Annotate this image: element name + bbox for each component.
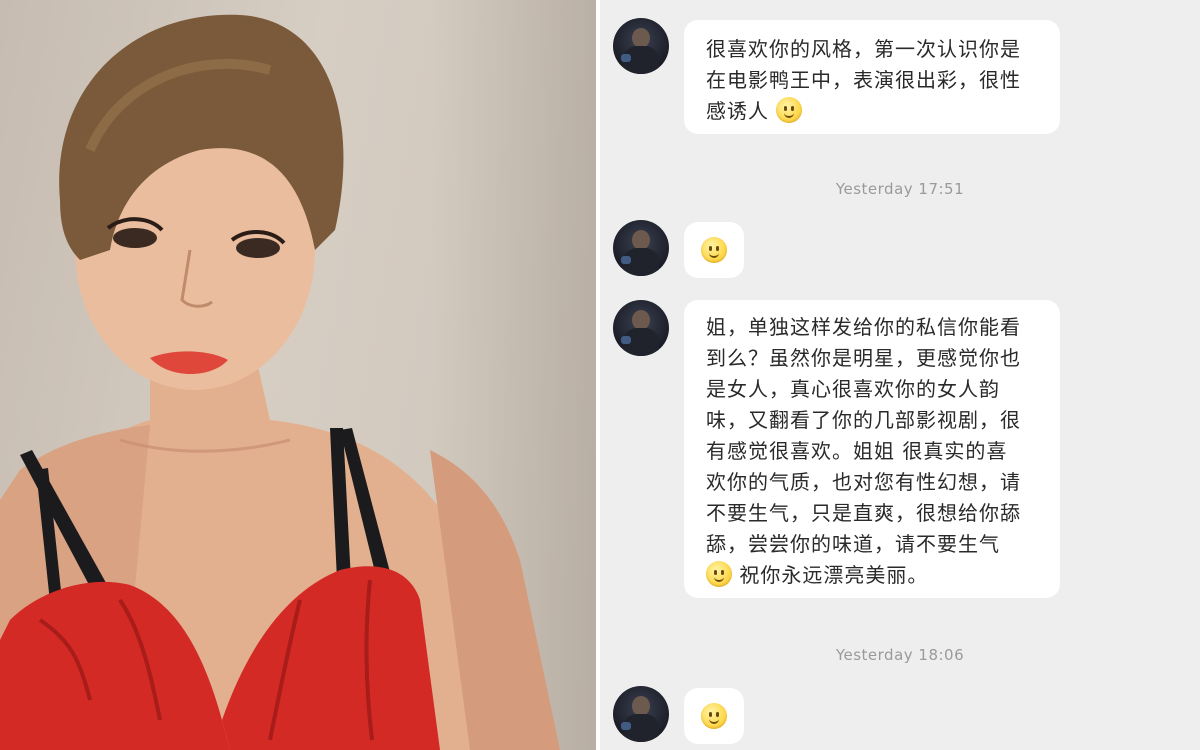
message-text: 不要生气，只是直爽，很想给你舔 (706, 501, 1021, 525)
message-text: 到么？虽然你是明星，更感觉你也 (706, 346, 1021, 370)
smile-emoji-icon (701, 703, 727, 729)
message-text: 祝你永远漂亮美丽。 (739, 563, 929, 587)
smile-emoji-icon (776, 97, 803, 123)
user-avatar[interactable] (613, 300, 669, 356)
portrait-illustration (0, 14, 560, 750)
message-text: 姐，单独这样发给你的私信你能看 (706, 315, 1021, 339)
timestamp: Yesterday 18:06 (835, 646, 965, 664)
message-text: 味，又翻看了你的几部影视剧，很 (706, 408, 1021, 432)
message-text: 有感觉很喜欢。姐姐 很真实的喜 (706, 439, 1008, 463)
message-text: 感诱人 (706, 99, 769, 123)
message-text: 是女人，真心很喜欢你的女人韵 (706, 377, 1000, 401)
message-text: 很喜欢你的风格，第一次认识你是 (706, 37, 1021, 61)
message-bubble: 很喜欢你的风格，第一次认识你是 在电影鸭王中，表演很出彩，很性 感诱人 (684, 20, 1060, 134)
message-bubble (684, 688, 744, 744)
message-text: 欢你的气质，也对您有性幻想，请 (706, 470, 1021, 494)
user-avatar[interactable] (613, 220, 669, 276)
portrait-photo (0, 0, 596, 750)
timestamp: Yesterday 17:51 (835, 180, 965, 198)
smile-emoji-icon (701, 237, 727, 263)
message-bubble (684, 222, 744, 278)
message-text: 舔，尝尝你的味道，请不要生气 (706, 532, 1000, 556)
chat-panel: 很喜欢你的风格，第一次认识你是 在电影鸭王中，表演很出彩，很性 感诱人 Yest… (600, 0, 1200, 750)
message-bubble: 姐，单独这样发给你的私信你能看 到么？虽然你是明星，更感觉你也 是女人，真心很喜… (684, 300, 1060, 598)
user-avatar[interactable] (613, 686, 669, 742)
message-text: 在电影鸭王中，表演很出彩，很性 (706, 68, 1021, 92)
smile-emoji-icon (706, 561, 732, 587)
user-avatar[interactable] (613, 18, 669, 74)
